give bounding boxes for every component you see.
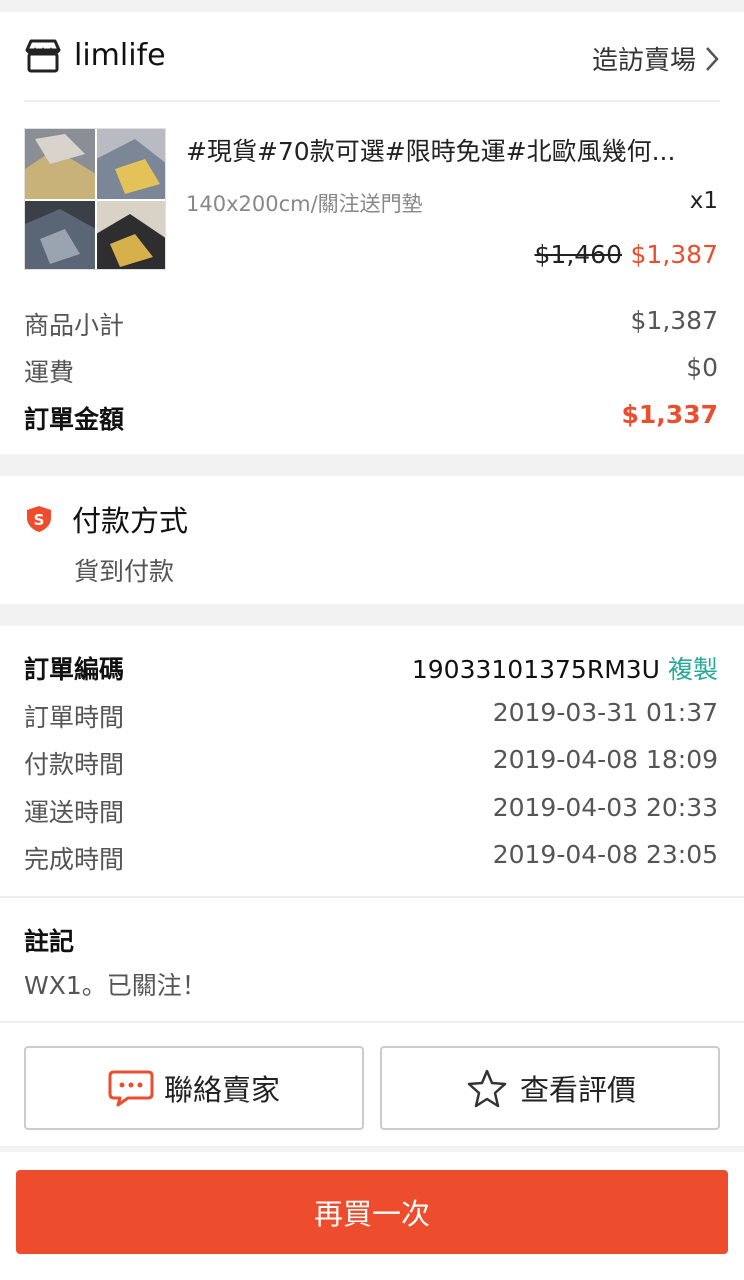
- ship-time-value: 2019-04-03 20:33: [492, 793, 718, 822]
- subtotal-row: 商品小計 $1,387: [24, 306, 718, 342]
- contact-seller-label: 聯絡賣家: [163, 1073, 280, 1107]
- product-variation: 140x200cm/關注送門墊: [186, 192, 423, 216]
- order-id-value: 19033101375RM3U: [411, 655, 660, 684]
- shipping-row: 運費 $0: [24, 353, 718, 389]
- product-thumbnail[interactable]: [24, 128, 166, 270]
- chat-bubble-icon: [108, 1070, 154, 1107]
- shipping-value: $0: [686, 353, 718, 382]
- product-image: [25, 129, 165, 269]
- order-time-row: 訂單時間 2019-03-31 01:37: [24, 698, 718, 734]
- ship-time-row: 運送時間 2019-04-03 20:33: [24, 793, 718, 829]
- order-card: limlife 造訪賣場 #現貨#70款可選#限時免運#北歐風幾何... 140…: [0, 12, 744, 454]
- bottom-action-bar: 再買一次: [0, 1152, 744, 1280]
- shop-header[interactable]: limlife 造訪賣場: [24, 12, 720, 102]
- star-icon: [467, 1069, 507, 1108]
- contact-seller-button[interactable]: 聯絡賣家: [24, 1046, 364, 1130]
- order-info-section: 訂單編碼 19033101375RM3U 複製 訂單時間 2019-03-31 0…: [0, 626, 744, 1146]
- product-title[interactable]: #現貨#70款可選#限時免運#北歐風幾何...: [186, 132, 720, 168]
- payment-time-value: 2019-04-08 18:09: [492, 745, 718, 774]
- total-label: 訂單金額: [24, 405, 125, 434]
- shop-name: limlife: [74, 38, 166, 73]
- visit-shop-label: 造訪賣場: [591, 46, 696, 76]
- payment-time-label: 付款時間: [24, 750, 125, 779]
- complete-time-label: 完成時間: [24, 845, 125, 874]
- payment-time-row: 付款時間 2019-04-08 18:09: [24, 745, 718, 781]
- note-text: WX1。已關注！: [24, 971, 207, 1000]
- subtotal-value: $1,387: [630, 306, 718, 335]
- divider: [0, 896, 744, 898]
- view-rating-label: 查看評價: [519, 1073, 636, 1107]
- subtotal-label: 商品小計: [24, 311, 125, 340]
- sale-price: $1,387: [630, 240, 718, 269]
- copy-button[interactable]: 複製: [668, 655, 718, 684]
- total-value: $1,337: [621, 400, 718, 429]
- product-quantity: x1: [689, 188, 718, 214]
- shop-icon: [25, 39, 61, 73]
- order-time-value: 2019-03-31 01:37: [492, 698, 718, 727]
- visit-shop-link[interactable]: 造訪賣場: [592, 40, 720, 77]
- original-price: $1,460: [534, 240, 622, 269]
- payment-section: S 付款方式 貨到付款: [0, 476, 744, 604]
- chevron-right-icon: [706, 46, 719, 71]
- svg-text:S: S: [34, 511, 45, 529]
- complete-time-row: 完成時間 2019-04-08 23:05: [24, 840, 718, 876]
- complete-time-value: 2019-04-08 23:05: [492, 840, 718, 869]
- order-id-label: 訂單編碼: [24, 655, 125, 684]
- buy-again-button[interactable]: 再買一次: [16, 1170, 728, 1254]
- payment-method: 貨到付款: [74, 557, 175, 586]
- order-time-label: 訂單時間: [24, 703, 125, 732]
- note-title: 註記: [24, 927, 75, 956]
- total-row: 訂單金額 $1,337: [24, 400, 718, 436]
- view-rating-button[interactable]: 查看評價: [380, 1046, 720, 1130]
- divider: [0, 1021, 744, 1023]
- payment-title: 付款方式: [72, 504, 189, 538]
- shield-dollar-icon: S: [27, 506, 51, 532]
- ship-time-label: 運送時間: [24, 798, 125, 827]
- order-id-row: 訂單編碼 19033101375RM3U 複製: [24, 650, 718, 686]
- shipping-label: 運費: [24, 358, 75, 387]
